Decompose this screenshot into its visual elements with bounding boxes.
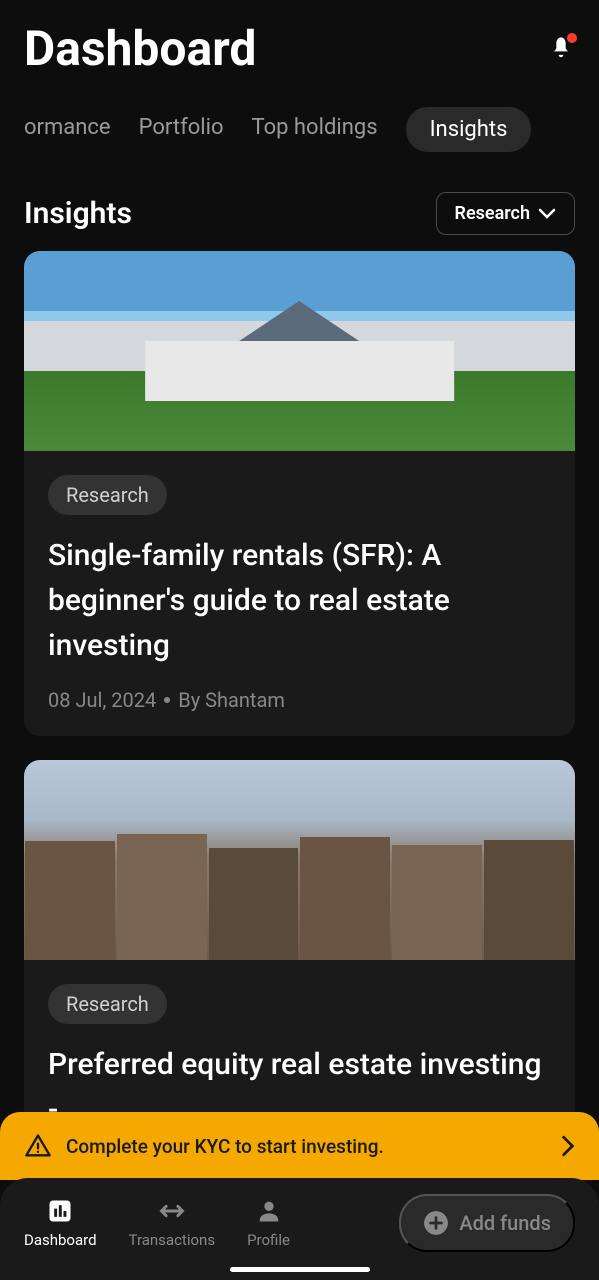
add-funds-button[interactable]: Add funds: [399, 1194, 575, 1252]
article-tag: Research: [48, 984, 167, 1024]
chevron-right-icon: [561, 1135, 575, 1157]
home-indicator[interactable]: [230, 1267, 370, 1272]
transactions-icon: [158, 1197, 186, 1225]
section-header: Insights Research: [0, 168, 599, 251]
tabs-container: ormance Portfolio Top holdings Insights: [0, 91, 599, 168]
dashboard-icon: [46, 1197, 74, 1225]
section-title: Insights: [24, 196, 132, 231]
notification-button[interactable]: [547, 35, 575, 63]
tab-top-holdings[interactable]: Top holdings: [252, 107, 378, 152]
article-title: Single-family rentals (SFR): A beginner'…: [48, 533, 551, 668]
add-funds-label: Add funds: [459, 1211, 551, 1235]
article-date: 08 Jul, 2024: [48, 688, 156, 712]
tab-portfolio[interactable]: Portfolio: [139, 107, 224, 152]
article-tag: Research: [48, 475, 167, 515]
notification-badge: [567, 33, 577, 43]
filter-label: Research: [455, 203, 530, 224]
article-image: [24, 251, 575, 451]
article-card[interactable]: Research Single-family rentals (SFR): A …: [24, 251, 575, 736]
nav-label: Dashboard: [24, 1231, 97, 1249]
article-meta: 08 Jul, 2024 By Shantam: [48, 688, 551, 712]
filter-button[interactable]: Research: [436, 192, 575, 235]
warning-icon: [24, 1132, 52, 1160]
nav-items: Dashboard Transactions Profile: [24, 1197, 290, 1249]
kyc-text: Complete your KYC to start investing.: [66, 1135, 384, 1158]
nav-dashboard[interactable]: Dashboard: [24, 1197, 97, 1249]
page-title: Dashboard: [24, 20, 256, 77]
nav-label: Transactions: [129, 1231, 216, 1249]
header: Dashboard: [0, 0, 599, 91]
article-author: By Shantam: [178, 688, 285, 712]
kyc-banner[interactable]: Complete your KYC to start investing.: [0, 1112, 599, 1180]
tab-insights[interactable]: Insights: [406, 107, 532, 152]
nav-label: Profile: [247, 1231, 290, 1249]
kyc-content: Complete your KYC to start investing.: [24, 1132, 384, 1160]
article-image: [24, 760, 575, 960]
tab-performance[interactable]: ormance: [24, 107, 111, 152]
chevron-down-icon: [538, 208, 556, 220]
profile-icon: [255, 1197, 283, 1225]
meta-separator: [164, 697, 170, 703]
nav-profile[interactable]: Profile: [247, 1197, 290, 1249]
article-content: Research Single-family rentals (SFR): A …: [24, 451, 575, 736]
bottom-navigation: Dashboard Transactions Profile Add funds: [0, 1178, 599, 1280]
nav-transactions[interactable]: Transactions: [129, 1197, 216, 1249]
plus-circle-icon: [423, 1210, 449, 1236]
